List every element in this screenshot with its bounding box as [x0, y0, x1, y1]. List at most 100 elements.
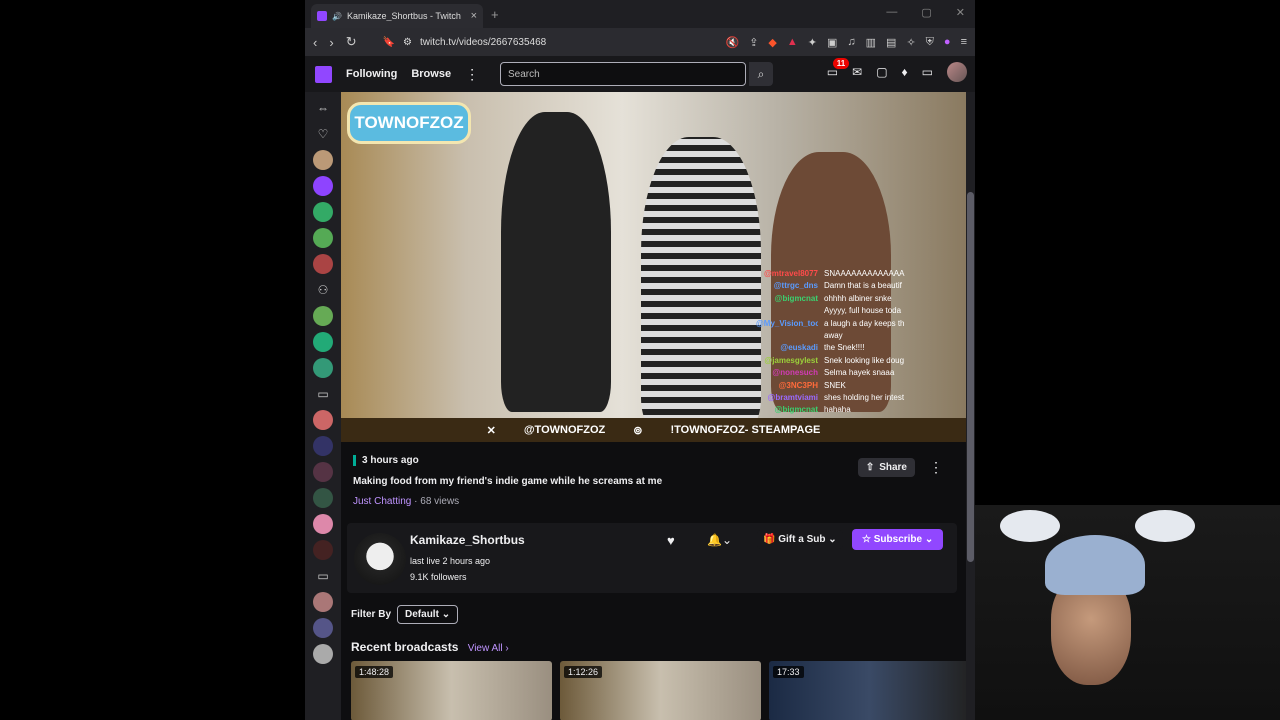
recent-heading: Recent broadcasts: [351, 640, 459, 654]
browse-link[interactable]: Browse: [411, 68, 451, 80]
tab-title: Kamikaze_Shortbus - Twitch: [346, 11, 461, 21]
video-more-icon[interactable]: ⋮: [929, 459, 943, 476]
sidebar-channel-avatar[interactable]: [313, 410, 333, 430]
follow-heart-icon[interactable]: ♥: [667, 533, 675, 548]
extensions-icon[interactable]: ✦: [808, 36, 817, 49]
vpn-icon[interactable]: ⛨: [926, 36, 934, 49]
broadcast-thumbnail[interactable]: 17:33: [769, 661, 970, 720]
search-input[interactable]: Search: [500, 62, 746, 86]
sidebar-channel-avatar[interactable]: [313, 306, 333, 326]
chat-message: @bigmcnat hahaha: [756, 404, 946, 416]
sidebar-channel-avatar[interactable]: [313, 150, 333, 170]
share-button[interactable]: ⇧ Share: [857, 458, 915, 477]
leo-icon[interactable]: ✧: [906, 36, 915, 49]
webcam-hat: [1045, 535, 1145, 595]
subscribe-button[interactable]: ☆ Subscribe ⌄: [852, 529, 944, 550]
twitch-favicon-icon: [317, 11, 327, 21]
video-player[interactable]: TOWNOFZOZ @mtravel8077 SNAAAAAAAAAAAAA @tt…: [341, 92, 966, 442]
filter-dropdown[interactable]: Default ⌄: [397, 605, 459, 624]
chat-message: @bramtviami shes holding her intest: [756, 392, 946, 404]
broadcast-thumbnail[interactable]: 1:48:28: [351, 661, 552, 720]
chat-username: @bramtviami: [767, 393, 818, 403]
chat-username: @mtravel8077: [763, 269, 818, 278]
profile-icon[interactable]: ●: [944, 36, 951, 49]
sidebar-channel-avatar[interactable]: [313, 202, 333, 222]
mute-icon[interactable]: 🔇: [725, 36, 739, 49]
reload-icon[interactable]: ↻: [346, 34, 357, 50]
sidebar-channel-avatar[interactable]: [313, 488, 333, 508]
guest-figure: [641, 137, 761, 427]
chat-text: SNAAAAAAAAAAAAA: [824, 269, 905, 278]
channel-card: Kamikaze_Shortbus last live 2 hours ago …: [347, 523, 957, 593]
minimize-button[interactable]: —: [886, 6, 897, 19]
sidebar-channel-avatar[interactable]: [313, 540, 333, 560]
rewards-icon[interactable]: ▲: [787, 36, 798, 49]
channel-name[interactable]: Kamikaze_Shortbus: [410, 533, 525, 547]
follower-count: 9.1K followers: [410, 572, 467, 582]
collapse-sidebar-icon[interactable]: ⇔: [313, 98, 333, 118]
sidebar-channel-avatar[interactable]: [313, 644, 333, 664]
user-avatar[interactable]: [947, 62, 967, 82]
sidebar-toggle-icon[interactable]: ▥: [866, 36, 876, 49]
bits-icon[interactable]: ▭: [922, 65, 933, 79]
sidebar-channel-avatar[interactable]: [313, 176, 333, 196]
browser-tab[interactable]: 🔊 Kamikaze_Shortbus - Twitch ×: [311, 4, 483, 28]
brave-shield-icon[interactable]: ◆: [768, 36, 776, 49]
channel-avatar[interactable]: [354, 533, 406, 585]
followed-heart-icon: ♡: [317, 127, 329, 141]
close-window-button[interactable]: ✕: [956, 6, 965, 19]
more-options-icon[interactable]: ⋮: [465, 66, 479, 83]
speaker-icon[interactable]: 🔊: [332, 12, 342, 21]
chat-username: @jamesgylest: [764, 355, 818, 365]
site-info-icon[interactable]: ⚙: [403, 37, 412, 48]
chat-username: @euskadi: [780, 343, 818, 353]
menu-icon[interactable]: ≡: [961, 36, 967, 49]
gift-sub-button[interactable]: 🎁 Gift a Sub ⌄: [757, 530, 843, 549]
sidebar-channel-avatar[interactable]: [313, 462, 333, 482]
search-icon[interactable]: ⌕: [749, 62, 773, 86]
url-field[interactable]: twitch.tv/videos/2667635468: [420, 37, 546, 48]
video-icon: ▭: [317, 569, 329, 583]
wallet-icon[interactable]: ▤: [886, 36, 896, 49]
gift-icon: 🎁: [763, 534, 779, 545]
chat-username: @bigmcnat: [774, 405, 818, 415]
close-tab-icon[interactable]: ×: [471, 10, 477, 22]
bookmark-icon[interactable]: 🔖: [383, 37, 395, 48]
crown-icon[interactable]: ♦: [902, 65, 908, 79]
scrollbar-thumb[interactable]: [967, 192, 974, 562]
banner-steampage: !TOWNOFZOZ- STEAMPAGE: [670, 424, 821, 436]
whispers-icon[interactable]: ▢: [876, 65, 887, 79]
browser-window: 🔊 Kamikaze_Shortbus - Twitch × + — ▢ ✕ ‹…: [305, 0, 975, 720]
forward-icon[interactable]: ›: [329, 35, 333, 50]
screenshot-icon[interactable]: ▣: [827, 36, 837, 49]
following-link[interactable]: Following: [346, 68, 397, 80]
share-page-icon[interactable]: ⇪: [749, 36, 758, 49]
twitch-logo-icon[interactable]: [315, 65, 332, 83]
notifications-icon[interactable]: ▭ 11: [827, 58, 850, 79]
notification-bell-icon[interactable]: 🔔⌄: [707, 533, 732, 547]
maximize-button[interactable]: ▢: [921, 6, 931, 19]
chat-message: @jamesgylest Snek looking like doug: [756, 355, 946, 367]
chat-message: @bigmcnat ohhhh albiner snke: [756, 293, 946, 305]
sidebar-channel-avatar[interactable]: [313, 228, 333, 248]
new-tab-button[interactable]: +: [491, 7, 499, 22]
back-icon[interactable]: ‹: [313, 35, 317, 50]
sidebar-channel-avatar[interactable]: [313, 618, 333, 638]
sidebar-channel-avatar[interactable]: [313, 592, 333, 612]
broadcast-thumbnail[interactable]: 1:12:26: [560, 661, 761, 720]
category-link[interactable]: Just Chatting: [353, 496, 411, 507]
sidebar-channel-avatar[interactable]: [313, 332, 333, 352]
video-meta: Just Chatting · 68 views: [353, 496, 953, 507]
sidebar-channel-avatar[interactable]: [313, 358, 333, 378]
chat-text: ohhhh albiner snke: [824, 293, 892, 303]
view-all-link[interactable]: View All ›: [468, 643, 509, 654]
music-icon[interactable]: ♫: [847, 36, 855, 49]
page-scrollbar[interactable]: [966, 92, 975, 720]
sidebar-channel-avatar[interactable]: [313, 514, 333, 534]
chat-text: a laugh a day keeps th: [824, 318, 905, 328]
sidebar-channel-avatar[interactable]: [313, 254, 333, 274]
sidebar-channel-avatar[interactable]: [313, 436, 333, 456]
chat-text: SNEK: [824, 380, 846, 390]
inbox-icon[interactable]: ✉: [852, 65, 862, 79]
duration-badge: 1:48:28: [355, 666, 394, 678]
